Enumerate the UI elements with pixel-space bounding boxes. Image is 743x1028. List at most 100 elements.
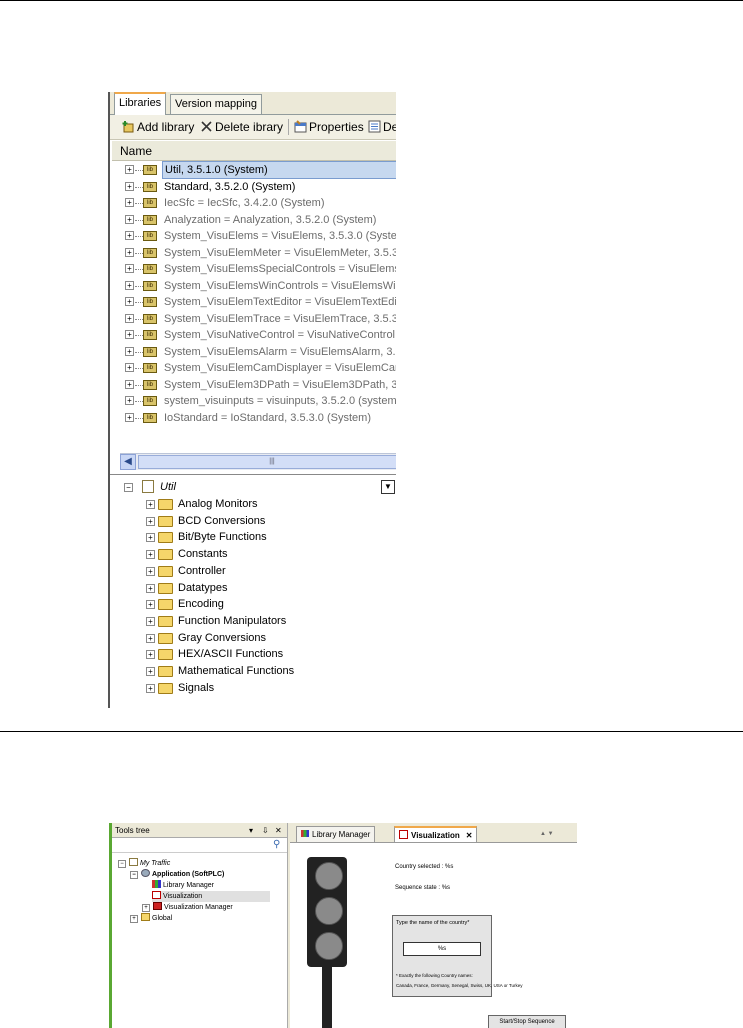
close-icon[interactable]: ✕ bbox=[275, 823, 282, 838]
tree-row-global[interactable]: + Global bbox=[130, 913, 172, 924]
tree-row-visualization[interactable]: Visualization bbox=[152, 891, 270, 902]
expand-icon[interactable]: + bbox=[146, 500, 155, 509]
tab-visualization[interactable]: Visualization ✕ bbox=[394, 826, 478, 842]
category-row[interactable]: + Mathematical Functions bbox=[146, 663, 376, 679]
scroll-arrows-icon[interactable]: ▲ ▼ bbox=[540, 831, 554, 837]
tab-libraries[interactable]: Libraries bbox=[114, 92, 167, 115]
library-row[interactable]: + lib IecSfc = IecSfc, 3.4.2.0 (System) bbox=[110, 195, 396, 211]
expand-icon[interactable]: + bbox=[125, 313, 134, 323]
expand-icon[interactable]: + bbox=[146, 683, 155, 693]
library-row[interactable]: + lib IoStandard = IoStandard, 3.5.3.0 (Sy… bbox=[110, 410, 396, 426]
library-label: System_VisuElems = VisuElems, 3.5.3.0 (S… bbox=[164, 230, 396, 242]
expand-icon[interactable]: + bbox=[146, 533, 155, 543]
expand-icon[interactable]: + bbox=[125, 330, 134, 339]
library-row[interactable]: + lib System_VisuElems = VisuElems, 3.5.3.… bbox=[110, 228, 396, 244]
library-icon: lib bbox=[143, 313, 157, 324]
library-row[interactable]: + lib Util, 3.5.1.0 (System) bbox=[110, 161, 396, 179]
dropdown-icon[interactable]: ▾ bbox=[249, 823, 253, 838]
expand-icon[interactable]: + bbox=[125, 231, 134, 240]
expand-icon[interactable]: + bbox=[146, 516, 155, 526]
scroll-left-icon[interactable]: ◀ bbox=[120, 454, 136, 470]
category-row[interactable]: + Gray Conversions bbox=[146, 630, 376, 646]
expand-icon[interactable]: + bbox=[125, 214, 134, 224]
expand-icon[interactable]: + bbox=[125, 297, 134, 306]
tools-tree-search[interactable]: ⚲ bbox=[112, 839, 287, 853]
library-row[interactable]: + lib system_visuinputs = visuinputs, 3.5.… bbox=[110, 393, 396, 409]
middle-rule bbox=[0, 731, 743, 732]
expand-icon[interactable]: + bbox=[146, 667, 155, 676]
library-row[interactable]: + lib Analyzation = Analyzation, 3.5.2.0 (… bbox=[110, 212, 396, 228]
details-button[interactable]: De bbox=[368, 119, 396, 135]
expand-icon[interactable]: + bbox=[125, 280, 134, 290]
category-row[interactable]: + Encoding bbox=[146, 596, 376, 612]
library-row[interactable]: + lib System_VisuElemsWinControls = VisuEl… bbox=[110, 278, 396, 294]
library-row[interactable]: + lib System_VisuNativeControl = VisuNativ… bbox=[110, 327, 396, 343]
start-stop-sequence-button[interactable]: Start/Stop Sequence bbox=[488, 1015, 566, 1028]
expand-icon[interactable]: + bbox=[130, 915, 138, 923]
tree-row-application[interactable]: − Application (SoftPLC) bbox=[130, 869, 224, 880]
category-row[interactable]: + Controller bbox=[146, 563, 376, 579]
library-icon: lib bbox=[143, 330, 157, 340]
expand-icon[interactable]: + bbox=[125, 247, 134, 257]
library-icon: lib bbox=[143, 412, 157, 423]
category-row[interactable]: + Constants bbox=[146, 546, 376, 562]
category-row[interactable]: + Analog Monitors bbox=[146, 496, 376, 512]
expand-icon[interactable]: + bbox=[142, 904, 150, 912]
properties-button[interactable]: Properties bbox=[294, 119, 364, 135]
tab-library-manager[interactable]: Library Manager bbox=[296, 826, 376, 842]
delete-library-button[interactable]: Delete ibrary bbox=[200, 119, 283, 135]
expand-icon[interactable]: + bbox=[125, 379, 134, 389]
category-row[interactable]: + Bit/Byte Functions bbox=[146, 529, 376, 545]
collapse-icon[interactable]: − bbox=[124, 483, 133, 492]
name-column-header[interactable]: Name bbox=[112, 141, 396, 161]
expand-icon[interactable]: + bbox=[125, 363, 134, 372]
expand-icon[interactable]: + bbox=[146, 616, 155, 626]
expand-icon[interactable]: + bbox=[146, 633, 155, 643]
expand-icon[interactable]: + bbox=[125, 396, 134, 405]
expand-icon[interactable]: + bbox=[125, 264, 134, 273]
horizontal-scrollbar[interactable]: ◀ ||| bbox=[120, 453, 396, 470]
expand-icon[interactable]: + bbox=[125, 346, 134, 356]
dropdown-arrow-icon[interactable]: ▼ bbox=[381, 480, 395, 494]
library-row[interactable]: + lib System_VisuElemCamDisplayer = VisuEl… bbox=[110, 360, 396, 376]
collapse-icon[interactable]: − bbox=[130, 871, 138, 879]
expand-icon[interactable]: + bbox=[146, 583, 155, 593]
pin-icon[interactable]: ⇩ bbox=[262, 823, 269, 838]
library-row[interactable]: + lib System_VisuElem3DPath = VisuElem3DPa… bbox=[110, 377, 396, 393]
library-row[interactable]: + lib System_VisuElemTrace = VisuElemTrace… bbox=[110, 311, 396, 327]
expand-icon[interactable]: + bbox=[125, 412, 134, 422]
tree-row-visualization-manager[interactable]: + Visualization Manager bbox=[142, 902, 233, 913]
expand-icon[interactable]: + bbox=[125, 181, 134, 191]
category-row[interactable]: + BCD Conversions bbox=[146, 513, 376, 529]
library-label: System_VisuElemCamDisplayer = VisuElemCa… bbox=[164, 362, 396, 374]
tree-connector bbox=[135, 302, 143, 303]
close-tab-icon[interactable]: ✕ bbox=[466, 831, 473, 840]
tree-connector bbox=[135, 203, 143, 204]
content-root-row[interactable]: − Util bbox=[124, 479, 384, 495]
expand-icon[interactable]: + bbox=[146, 566, 155, 576]
scroll-thumb[interactable]: ||| bbox=[138, 455, 396, 469]
category-row[interactable]: + HEX/ASCII Functions bbox=[146, 646, 376, 662]
expand-icon[interactable]: + bbox=[146, 600, 155, 610]
library-row[interactable]: + lib System_VisuElemTextEditor = VisuElem… bbox=[110, 294, 396, 310]
tree-row-project[interactable]: − My Traffic bbox=[118, 858, 170, 869]
library-row[interactable]: + lib System_VisuElemsSpecialControls = Vi… bbox=[110, 261, 396, 277]
tree-row-library-manager[interactable]: Library Manager bbox=[152, 880, 214, 891]
expand-icon[interactable]: + bbox=[146, 550, 155, 560]
category-row[interactable]: + Signals bbox=[146, 680, 376, 696]
category-row[interactable]: + Datatypes bbox=[146, 580, 376, 596]
library-row[interactable]: + lib System_VisuElemsAlarm = VisuElemsAla… bbox=[110, 344, 396, 360]
expand-icon[interactable]: + bbox=[125, 165, 134, 174]
search-icon[interactable]: ⚲ bbox=[273, 839, 280, 850]
library-row[interactable]: + lib System_VisuElemMeter = VisuElemMeter… bbox=[110, 245, 396, 261]
tab-version-mapping[interactable]: Version mapping bbox=[170, 94, 262, 114]
category-label: Bit/Byte Functions bbox=[178, 531, 267, 544]
expand-icon[interactable]: + bbox=[125, 198, 134, 207]
expand-icon[interactable]: + bbox=[146, 650, 155, 660]
add-library-button[interactable]: Add library bbox=[122, 119, 194, 135]
country-input[interactable]: %s bbox=[403, 942, 481, 956]
category-row[interactable]: + Function Manipulators bbox=[146, 613, 376, 629]
library-row[interactable]: + lib Standard, 3.5.2.0 (System) bbox=[110, 179, 396, 195]
library-icon: lib bbox=[143, 214, 157, 225]
collapse-icon[interactable]: − bbox=[118, 860, 126, 868]
